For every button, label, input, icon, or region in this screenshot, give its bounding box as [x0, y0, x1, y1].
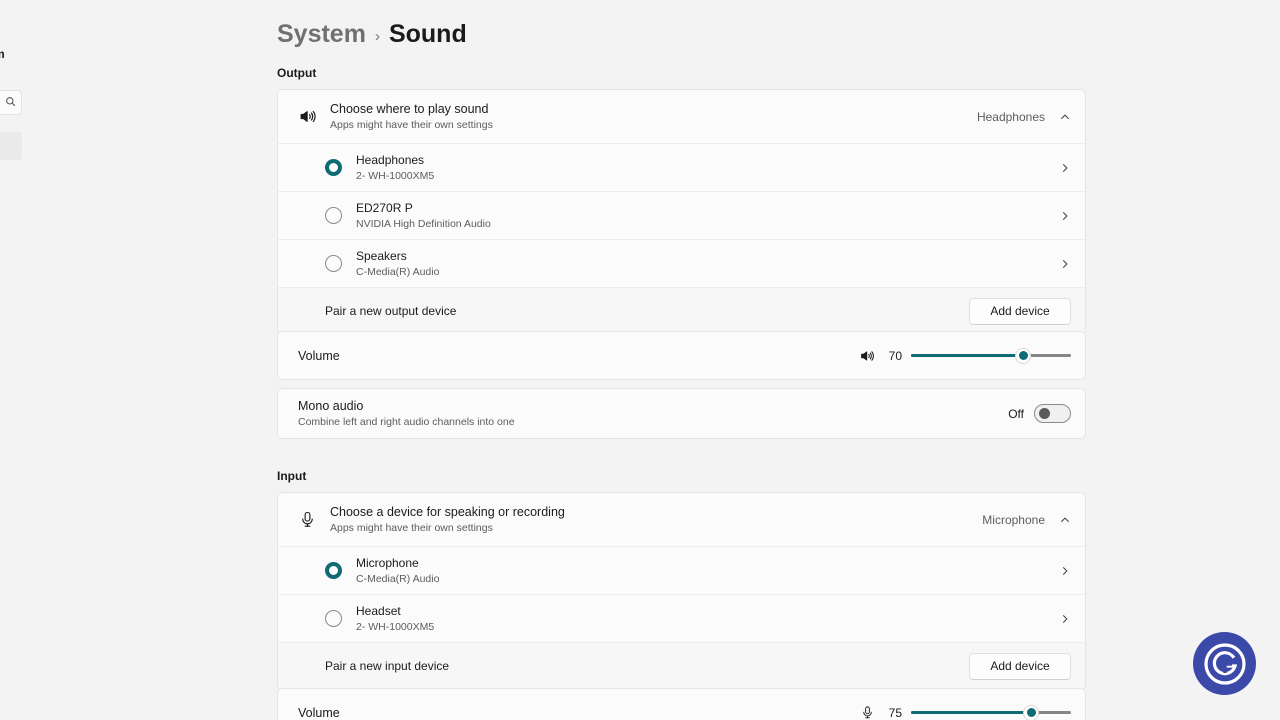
- device-name: Microphone: [356, 555, 419, 570]
- device-name: ED270R P: [356, 200, 413, 215]
- input-volume-value: 75: [888, 705, 902, 720]
- mono-audio-card: Mono audio Combine left and right audio …: [277, 388, 1086, 439]
- sidebar-item-selected[interactable]: [0, 132, 22, 160]
- pair-output-device-label: Pair a new output device: [325, 304, 457, 318]
- device-detail: 2- WH-1000XM5: [356, 620, 435, 633]
- slider-fill: [911, 354, 1023, 357]
- device-name: Headphones: [356, 152, 425, 167]
- table-row[interactable]: Microphone C-Media(R) Audio: [278, 547, 1085, 594]
- section-label-output: Output: [277, 66, 317, 80]
- input-volume-slider[interactable]: [911, 704, 1071, 720]
- output-device-card: Choose where to play sound Apps might ha…: [277, 89, 1086, 335]
- slider-fill: [911, 711, 1031, 714]
- breadcrumb-separator-icon: ›: [374, 27, 380, 45]
- sidebar: m: [0, 0, 24, 720]
- input-expander-header[interactable]: Choose a device for speaking or recordin…: [278, 493, 1085, 546]
- microphone-icon: [860, 705, 875, 720]
- chevron-right-icon[interactable]: [1059, 210, 1071, 222]
- microphone-icon: [292, 510, 322, 529]
- output-volume-value: 70: [888, 348, 902, 363]
- input-volume-control[interactable]: 75: [860, 704, 1071, 720]
- slider-thumb[interactable]: [1015, 347, 1031, 364]
- search-input[interactable]: [0, 90, 22, 115]
- mono-audio-toggle[interactable]: [1034, 404, 1071, 423]
- device-name: Speakers: [356, 248, 407, 263]
- chevron-right-icon[interactable]: [1059, 613, 1071, 625]
- pair-output-device-row: Pair a new output device Add device: [278, 288, 1085, 334]
- output-expander-header[interactable]: Choose where to play sound Apps might ha…: [278, 90, 1085, 143]
- pair-input-device-label: Pair a new input device: [325, 659, 450, 673]
- radio-output-2[interactable]: [325, 255, 342, 272]
- add-input-device-button[interactable]: Add device: [969, 652, 1071, 680]
- output-selected-value: Headphones: [976, 109, 1045, 124]
- chevron-right-icon[interactable]: [1059, 162, 1071, 174]
- slider-thumb[interactable]: [1023, 704, 1039, 720]
- device-detail: NVIDIA High Definition Audio: [356, 217, 491, 230]
- table-row[interactable]: ED270R P NVIDIA High Definition Audio: [278, 192, 1085, 239]
- radio-input-0[interactable]: [325, 562, 342, 579]
- output-volume-card: Volume 70: [277, 331, 1086, 380]
- mono-audio-subtitle: Combine left and right audio channels in…: [298, 415, 515, 428]
- input-expander-title: Choose a device for speaking or recordin…: [330, 504, 565, 519]
- radio-output-0[interactable]: [325, 159, 342, 176]
- watermark-logo: [1193, 632, 1256, 695]
- settings-window: m System › Sound Output: [0, 0, 1280, 720]
- input-selected-value: Microphone: [982, 512, 1045, 527]
- table-row[interactable]: Headphones 2- WH-1000XM5: [278, 144, 1085, 191]
- section-label-input: Input: [277, 469, 307, 483]
- chevron-up-icon[interactable]: [1059, 514, 1071, 526]
- radio-output-1[interactable]: [325, 207, 342, 224]
- input-device-card: Choose a device for speaking or recordin…: [277, 492, 1086, 690]
- input-volume-label: Volume: [298, 705, 340, 720]
- output-expander-subtitle: Apps might have their own settings: [330, 118, 493, 131]
- device-detail: C-Media(R) Audio: [356, 572, 440, 585]
- breadcrumb-parent[interactable]: System: [277, 20, 366, 49]
- toggle-knob: [1039, 408, 1050, 419]
- breadcrumb: System › Sound: [277, 20, 467, 49]
- search-icon: [5, 94, 16, 112]
- output-expander-title: Choose where to play sound: [330, 101, 489, 116]
- table-row[interactable]: Speakers C-Media(R) Audio: [278, 240, 1085, 287]
- mono-audio-title: Mono audio: [298, 398, 364, 413]
- output-volume-slider[interactable]: [911, 347, 1071, 365]
- chevron-up-icon[interactable]: [1059, 111, 1071, 123]
- pair-input-device-row: Pair a new input device Add device: [278, 643, 1085, 689]
- add-output-device-button[interactable]: Add device: [969, 297, 1071, 325]
- chevron-right-icon[interactable]: [1059, 565, 1071, 577]
- speaker-icon: [859, 348, 875, 364]
- radio-input-1[interactable]: [325, 610, 342, 627]
- device-detail: C-Media(R) Audio: [356, 265, 440, 278]
- page-title: Sound: [388, 20, 467, 48]
- device-detail: 2- WH-1000XM5: [356, 169, 435, 182]
- input-volume-card: Volume 75: [277, 688, 1086, 720]
- table-row[interactable]: Headset 2- WH-1000XM5: [278, 595, 1085, 642]
- speaker-icon: [292, 107, 322, 126]
- output-volume-label: Volume: [298, 348, 340, 363]
- chevron-right-icon[interactable]: [1059, 258, 1071, 270]
- device-name: Headset: [356, 603, 401, 618]
- input-expander-subtitle: Apps might have their own settings: [330, 521, 493, 534]
- sidebar-title: m: [0, 47, 5, 61]
- mono-audio-state: Off: [1008, 406, 1024, 421]
- output-volume-control[interactable]: 70: [859, 347, 1071, 365]
